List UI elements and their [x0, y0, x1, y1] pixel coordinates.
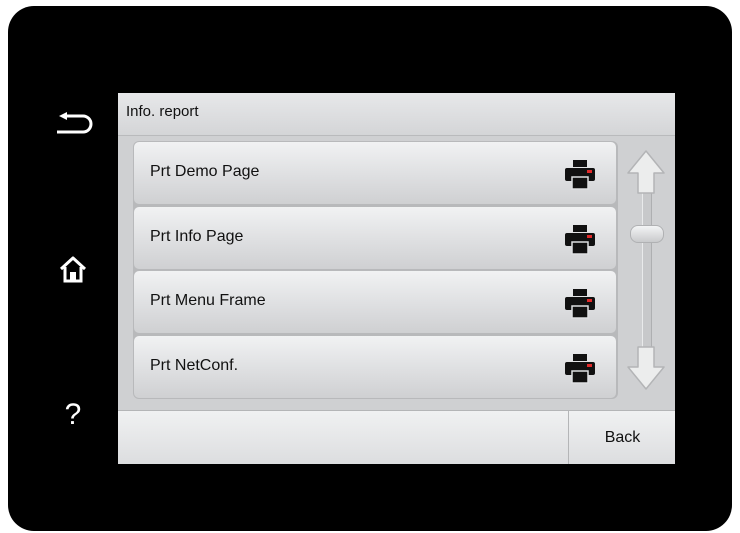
- device-bezel: ? Info. report Prt Demo Page Prt Info Pa…: [8, 6, 732, 531]
- touch-screen: Info. report Prt Demo Page Prt Info Page…: [118, 93, 675, 464]
- scroll-down-arrow-icon[interactable]: [626, 345, 666, 391]
- title-bar: Info. report: [118, 93, 675, 136]
- help-icon: ?: [64, 398, 82, 431]
- list-item-label: Prt Demo Page: [150, 163, 260, 180]
- list-item-prt-info-page[interactable]: Prt Info Page: [134, 207, 616, 269]
- back-arrow-icon: [57, 112, 93, 134]
- list-item-label: Prt Menu Frame: [150, 292, 266, 309]
- list-item-label: Prt Info Page: [150, 228, 244, 245]
- home-button[interactable]: [48, 246, 98, 292]
- home-icon: [59, 256, 87, 283]
- printer-icon: [565, 225, 595, 255]
- back-button-label: Back: [604, 429, 641, 446]
- scroll-up-arrow-icon[interactable]: [626, 149, 666, 195]
- list-item-prt-menu-frame[interactable]: Prt Menu Frame: [134, 271, 616, 333]
- list-item-prt-netconf[interactable]: Prt NetConf.: [134, 336, 616, 398]
- list-item-label: Prt NetConf.: [150, 357, 239, 374]
- page-title: Info. report: [126, 103, 199, 120]
- printer-icon: [565, 354, 595, 384]
- printer-icon: [565, 160, 595, 190]
- bottom-bar: Back: [118, 410, 675, 464]
- back-arrow-button[interactable]: [48, 102, 98, 148]
- scrollbar-thumb[interactable]: [630, 225, 664, 243]
- back-button[interactable]: Back: [568, 411, 675, 464]
- help-button[interactable]: ?: [48, 392, 98, 438]
- printer-icon: [565, 289, 595, 319]
- list-item-prt-demo-page[interactable]: Prt Demo Page: [134, 142, 616, 204]
